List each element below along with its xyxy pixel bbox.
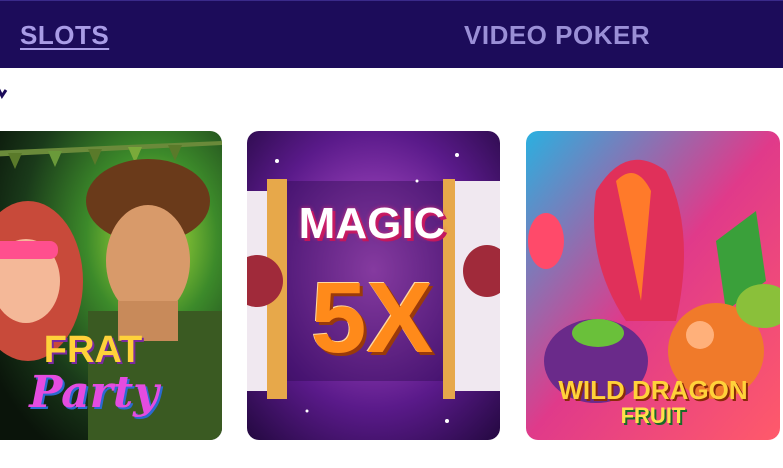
magic-5x-artwork [247, 131, 500, 440]
tab-slots[interactable]: SLOTS [20, 20, 109, 51]
game-tile-frat-party[interactable]: FRAT Party [0, 131, 222, 440]
game-tile-magic-5x[interactable]: MAGIC 5X [247, 131, 500, 440]
chevron-icon [0, 88, 8, 99]
frat-party-artwork [0, 131, 222, 440]
category-nav: SLOTS VIDEO POKER [0, 0, 783, 68]
tab-video-poker[interactable]: VIDEO POKER [464, 20, 650, 51]
game-tile-wild-dragon-fruit[interactable]: WILD DRAGON FRUIT [526, 131, 780, 440]
wild-dragon-fruit-artwork [526, 131, 780, 440]
